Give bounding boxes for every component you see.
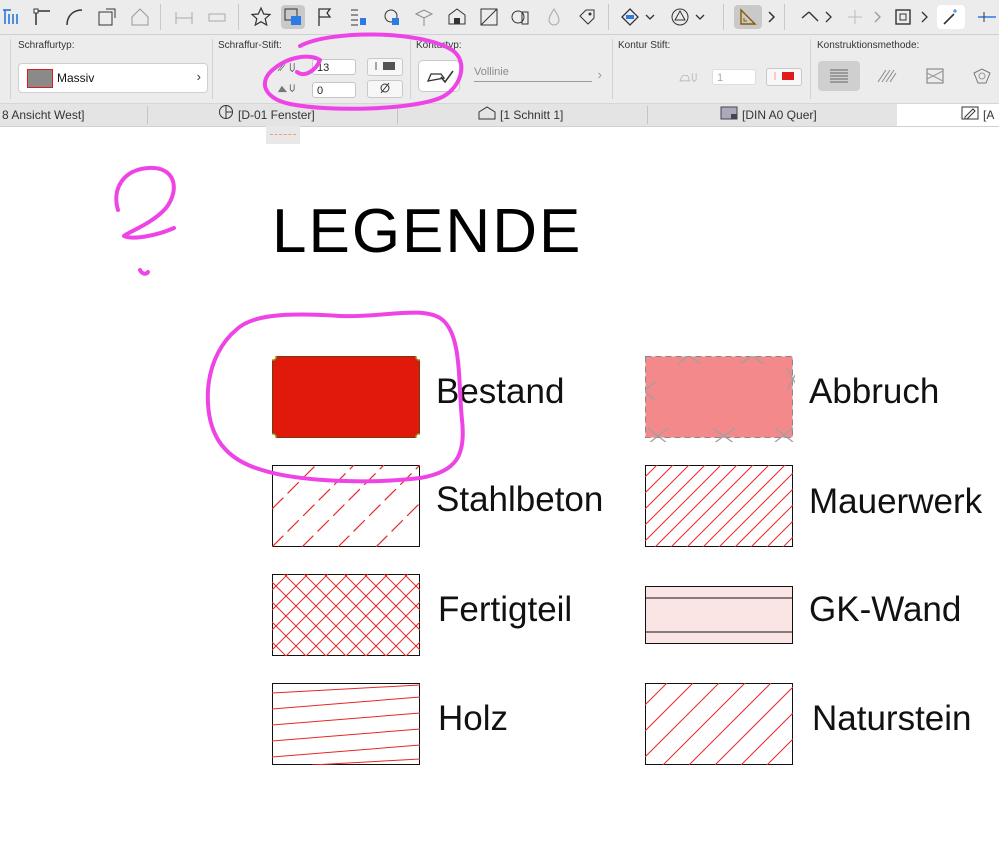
- tag-icon[interactable]: [575, 5, 599, 29]
- fill-pen-icon: [270, 57, 304, 77]
- chevron-down-icon[interactable]: [643, 5, 657, 29]
- legend-label-stahlbeton: Stahlbeton: [436, 480, 604, 519]
- legend-label-mauerwerk: Mauerwerk: [809, 482, 983, 521]
- chevron-right-icon[interactable]: [870, 5, 884, 29]
- corner-tool-icon[interactable]: [30, 5, 54, 29]
- tab-label: [A: [983, 108, 995, 122]
- favorites-star-icon[interactable]: [249, 5, 273, 29]
- method-rotated-button[interactable]: [866, 61, 908, 91]
- background-pen-none-button[interactable]: [367, 80, 403, 98]
- swatch-stahlbeton[interactable]: [272, 465, 420, 547]
- tab-ansicht-west[interactable]: 8 Ansicht West]: [2, 104, 142, 126]
- chevron-right-icon[interactable]: [764, 5, 778, 29]
- tab-fenster[interactable]: [D-01 Fenster]: [218, 104, 328, 126]
- contour-pen-icon: [672, 67, 706, 87]
- building-icon[interactable]: [477, 5, 501, 29]
- toolbar: [0, 0, 999, 35]
- chevron-right-icon[interactable]: [917, 5, 931, 29]
- surface-icon[interactable]: [412, 5, 436, 29]
- beam-icon[interactable]: [172, 5, 196, 29]
- chevron-right-icon[interactable]: [821, 5, 835, 29]
- swatch-fertigteil[interactable]: [272, 574, 420, 656]
- fill-pen-label: Schraffur-Stift:: [218, 40, 282, 51]
- arc-tool-icon[interactable]: [62, 5, 86, 29]
- legend-label-gk-wand: GK-Wand: [809, 590, 962, 629]
- roof-icon[interactable]: [128, 5, 152, 29]
- paint-icon[interactable]: [445, 5, 469, 29]
- tab-active-drawing[interactable]: [A: [897, 104, 999, 126]
- settings-gear-icon[interactable]: [379, 5, 403, 29]
- tab-label: [DIN A0 Quer]: [742, 108, 817, 122]
- line-type-value: Vollinie: [474, 66, 509, 78]
- fill-type-value: Massiv: [57, 71, 95, 85]
- fill-pen-input[interactable]: 13: [312, 59, 356, 75]
- swatch-gk-wand[interactable]: [645, 586, 793, 644]
- fill-type-select[interactable]: Massiv ›: [18, 63, 208, 93]
- section-icon[interactable]: [509, 5, 533, 29]
- line-type-select[interactable]: Vollinie ›: [466, 64, 608, 88]
- swatch-mauerwerk[interactable]: [645, 465, 793, 547]
- plan-view-icon[interactable]: [975, 5, 999, 29]
- swatch-holz[interactable]: [272, 683, 420, 765]
- background-pen-input[interactable]: 0: [312, 82, 356, 98]
- tab-drop-indicator: [266, 126, 300, 144]
- fill-type-label: Schraffurtyp:: [18, 40, 75, 51]
- swatch-naturstein[interactable]: [645, 683, 793, 765]
- legend-label-abbruch: Abbruch: [809, 372, 940, 411]
- tab-label: 8 Ansicht West]: [2, 108, 85, 122]
- legend-label-naturstein: Naturstein: [812, 699, 972, 738]
- contour-pen-input[interactable]: 1: [712, 69, 756, 85]
- view-tab-bar: 8 Ansicht West] [D-01 Fenster] [1 Schnit…: [0, 104, 999, 127]
- method-polygon-button[interactable]: [914, 61, 956, 91]
- flag-icon[interactable]: [313, 5, 337, 29]
- background-pen-icon: [270, 77, 304, 97]
- tab-label: [1 Schnitt 1]: [500, 108, 564, 122]
- contour-pen-label: Kontur Stift:: [618, 40, 671, 51]
- layout-sheet-icon: [720, 105, 738, 126]
- fill-tool-icon[interactable]: [281, 5, 305, 29]
- swatch-bestand[interactable]: [272, 356, 420, 438]
- tab-label: [D-01 Fenster]: [238, 108, 315, 122]
- dimension-tool-icon[interactable]: [0, 5, 24, 29]
- legend-title: LEGENDE: [272, 197, 583, 266]
- fill-pen-color-button[interactable]: [367, 58, 403, 76]
- section-view-icon: [478, 105, 496, 126]
- detail-icon: [218, 104, 234, 126]
- plus-icon[interactable]: [843, 5, 867, 29]
- light-icon[interactable]: [542, 5, 566, 29]
- tab-layout[interactable]: [DIN A0 Quer]: [720, 104, 880, 126]
- transform-box-icon[interactable]: [891, 5, 915, 29]
- layer-list-icon[interactable]: [346, 5, 370, 29]
- drawing-icon: [961, 105, 979, 126]
- chevron-down-icon[interactable]: [693, 5, 707, 29]
- chevron-right-icon: ›: [196, 69, 201, 84]
- method-magic-button[interactable]: [962, 61, 999, 91]
- shape-diamond-icon[interactable]: [618, 5, 642, 29]
- check-mark-icon[interactable]: [798, 5, 822, 29]
- construction-method-label: Konstruktionsmethode:: [817, 40, 920, 51]
- fill-swatch: [27, 69, 53, 88]
- contour-toggle-button[interactable]: [418, 60, 460, 92]
- transform-icon[interactable]: [95, 5, 119, 29]
- contour-pen-color-button[interactable]: [766, 68, 802, 86]
- legend-label-holz: Holz: [438, 699, 509, 738]
- circle-triangle-icon[interactable]: [668, 5, 692, 29]
- chevron-right-icon: ›: [597, 67, 602, 82]
- line-preview: [474, 81, 592, 82]
- legend-label-bestand: Bestand: [436, 372, 565, 411]
- contour-type-label: Konturtyp:: [416, 40, 462, 51]
- swatch-abbruch[interactable]: [645, 356, 795, 442]
- ruler-icon[interactable]: [734, 5, 762, 29]
- magic-wand-icon[interactable]: [937, 5, 965, 29]
- wall-end-icon[interactable]: [205, 5, 229, 29]
- method-rectangle-button[interactable]: [818, 61, 860, 91]
- legend-label-fertigteil: Fertigteil: [438, 590, 573, 629]
- info-box: Schraffurtyp: Massiv › Schraffur-Stift: …: [0, 35, 999, 104]
- tab-schnitt[interactable]: [1 Schnitt 1]: [478, 104, 608, 126]
